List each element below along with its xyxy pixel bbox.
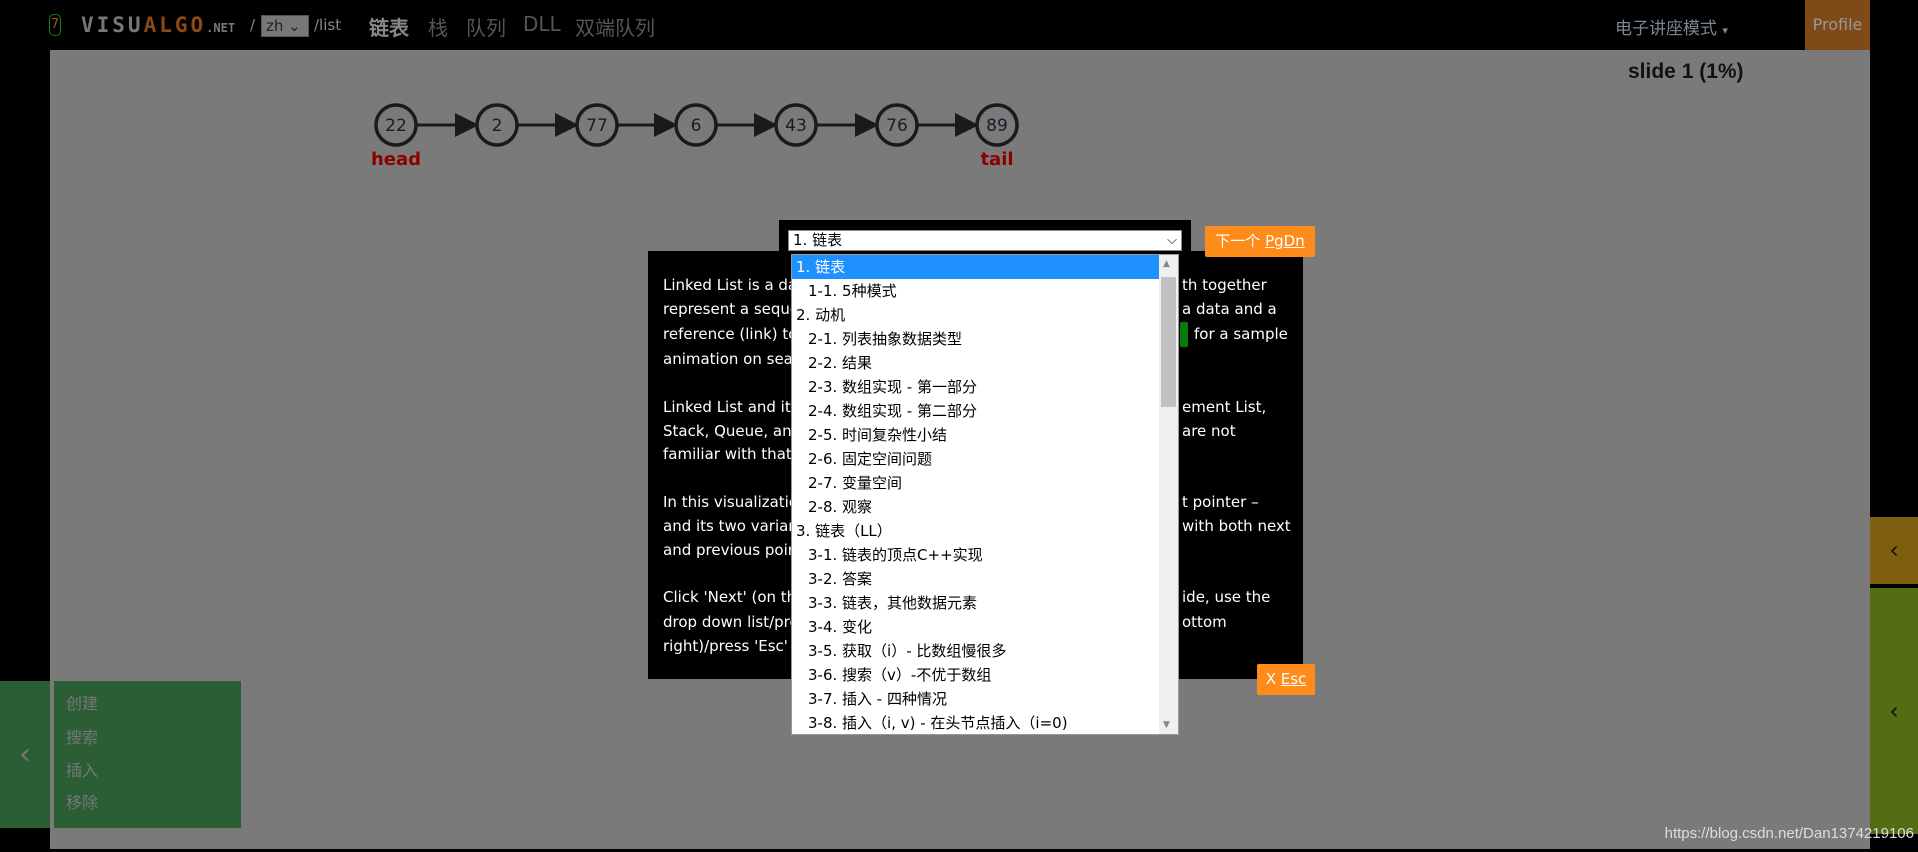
dialog-text-line: Stack, Queue, and [663,422,802,440]
slide-option[interactable]: 1. 链表 [792,255,1160,279]
slide-select[interactable]: 1. 链表 ⌵ [788,230,1182,251]
menu-search[interactable]: 搜索 [66,724,98,748]
dialog-text-line-end: with both next [1182,517,1291,535]
chevron-down-icon: ⌵ [1167,233,1177,248]
slide-option[interactable]: 2-1. 列表抽象数据类型 [792,327,1160,351]
close-slides-button[interactable]: X Esc [1257,664,1315,695]
next-slide-button[interactable]: 下一个 PgDn [1205,226,1315,257]
nav-deque[interactable]: 双端队列 [575,12,655,41]
action-menu: 创建 搜索 插入 移除 [54,681,241,828]
esc-label: X [1265,670,1281,688]
dialog-text-line: represent a sequer [663,300,806,318]
slide-option[interactable]: 2-8. 观察 [792,495,1160,519]
dialog-text-line: In this visualizatio [663,493,799,511]
toggle-codetrace-panel[interactable]: ‹ [1870,588,1918,834]
dialog-text-line-end: a data and a [1182,300,1277,318]
scroll-up-icon[interactable]: ▲ [1163,259,1170,269]
chevron-down-icon: ⌄ [288,17,301,35]
slide-option[interactable]: 3-5. 获取（i）- 比数组慢很多 [792,639,1160,663]
next-key: PgDn [1265,232,1305,250]
slide-select-value: 1. 链表 [793,231,843,249]
slide-status: slide 1 (1%) [1628,60,1744,83]
logo-text-a: VISU [81,13,144,37]
menu-remove[interactable]: 移除 [66,789,98,813]
slide-option[interactable]: 2-2. 结果 [792,351,1160,375]
nav-queue[interactable]: 队列 [466,12,506,41]
profile-button[interactable]: Profile [1805,0,1870,50]
next-label: 下一个 [1215,232,1266,250]
dialog-text-line: drop down list/pre [663,613,799,631]
dialog-text-line: right)/press 'Esc' to [663,637,808,655]
dialog-text-line-end: are not [1182,422,1236,440]
slide-select-options[interactable]: 1. 链表 1-1. 5种模式 2. 动机 2-1. 列表抽象数据类型 2-2. 结果 2… [791,254,1179,735]
slide-option[interactable]: 1-1. 5种模式 [792,279,1160,303]
chevron-left-icon: ‹ [19,737,31,772]
dialog-text-line: Click 'Next' (on the [663,588,806,606]
slide-option[interactable]: 3-7. 插入 - 四种情况 [792,687,1160,711]
slide-option[interactable]: 3-2. 答案 [792,567,1160,591]
toggle-status-panel[interactable]: ‹ [1870,517,1918,584]
logo-badge[interactable]: 7 [49,14,61,36]
dialog-text-line-end: for a sample [1194,325,1288,343]
dialog-text-line: and its two variant [663,517,804,535]
dialog-text-line: reference (link) to [663,325,798,343]
dialog-text-line: familiar with that [663,445,792,463]
esc-key: Esc [1280,670,1307,688]
watermark: https://blog.csdn.net/Dan1374219106 [1664,825,1914,842]
page-path: /list [314,16,342,34]
path-separator: / [250,16,256,34]
dialog-text-line: Linked List and its [663,398,799,416]
dialog-text-line: animation on searc [663,350,807,368]
slide-option[interactable]: 3-1. 链表的顶点C++实现 [792,543,1160,567]
dialog-text-line-end: ement List, [1182,398,1267,416]
slide-option[interactable]: 3-8. 插入（i, v) - 在头节点插入（i=0) [792,711,1160,734]
nav-stack[interactable]: 栈 [428,12,448,41]
mode-label: 电子讲座模式 [1615,19,1717,39]
slide-option[interactable]: 2. 动机 [792,303,1160,327]
chevron-left-icon: ‹ [1889,697,1899,725]
nav-dll[interactable]: DLL [523,12,561,36]
language-select[interactable]: zh ⌄ [261,15,309,37]
slide-option[interactable]: 3. 链表（LL） [792,519,1160,543]
slide-option[interactable]: 2-7. 变量空间 [792,471,1160,495]
menu-create[interactable]: 创建 [66,690,98,714]
dialog-text-line-end: ide, use the [1182,588,1271,606]
dialog-text-line: Linked List is a dat [663,276,803,294]
slide-option[interactable]: 2-4. 数组实现 - 第二部分 [792,399,1160,423]
slide-option[interactable]: 2-6. 固定空间问题 [792,447,1160,471]
scrollbar[interactable]: ▲ ▼ [1159,255,1178,734]
language-value: zh [266,17,284,35]
scroll-down-icon[interactable]: ▼ [1163,720,1170,730]
menu-insert[interactable]: 插入 [66,757,98,781]
caret-down-icon: ▾ [1722,24,1728,37]
toggle-action-menu[interactable]: ‹ [0,681,50,828]
nav-linked-list[interactable]: 链表 [369,12,409,41]
chevron-left-icon: ‹ [1889,536,1899,564]
slide-option[interactable]: 2-5. 时间复杂性小结 [792,423,1160,447]
logo-text-b: ALGO [143,13,207,37]
play-sample-button[interactable] [1180,322,1188,347]
slide-option[interactable]: 3-6. 搜索（v）-不优于数组 [792,663,1160,687]
slide-option[interactable]: 3-3. 链表，其他数据元素 [792,591,1160,615]
logo-text-c: .NET [206,21,236,35]
scrollbar-thumb[interactable] [1161,277,1176,407]
slide-option[interactable]: 2-3. 数组实现 - 第一部分 [792,375,1160,399]
visualgo-logo[interactable]: VISUALGO.NET [81,13,235,37]
top-nav-bar: 7 VISUALGO.NET / zh ⌄ /list 链表 栈 队列 DLL … [0,0,1918,50]
dialog-text-line-end: ottom [1182,613,1227,631]
dialog-text-line: and previous point [663,541,804,559]
lecture-mode-dropdown[interactable]: 电子讲座模式 ▾ [1615,14,1728,39]
dialog-text-line-end: t pointer – [1182,493,1259,511]
slide-option[interactable]: 3-4. 变化 [792,615,1160,639]
dialog-text-line-end: th together [1182,276,1267,294]
